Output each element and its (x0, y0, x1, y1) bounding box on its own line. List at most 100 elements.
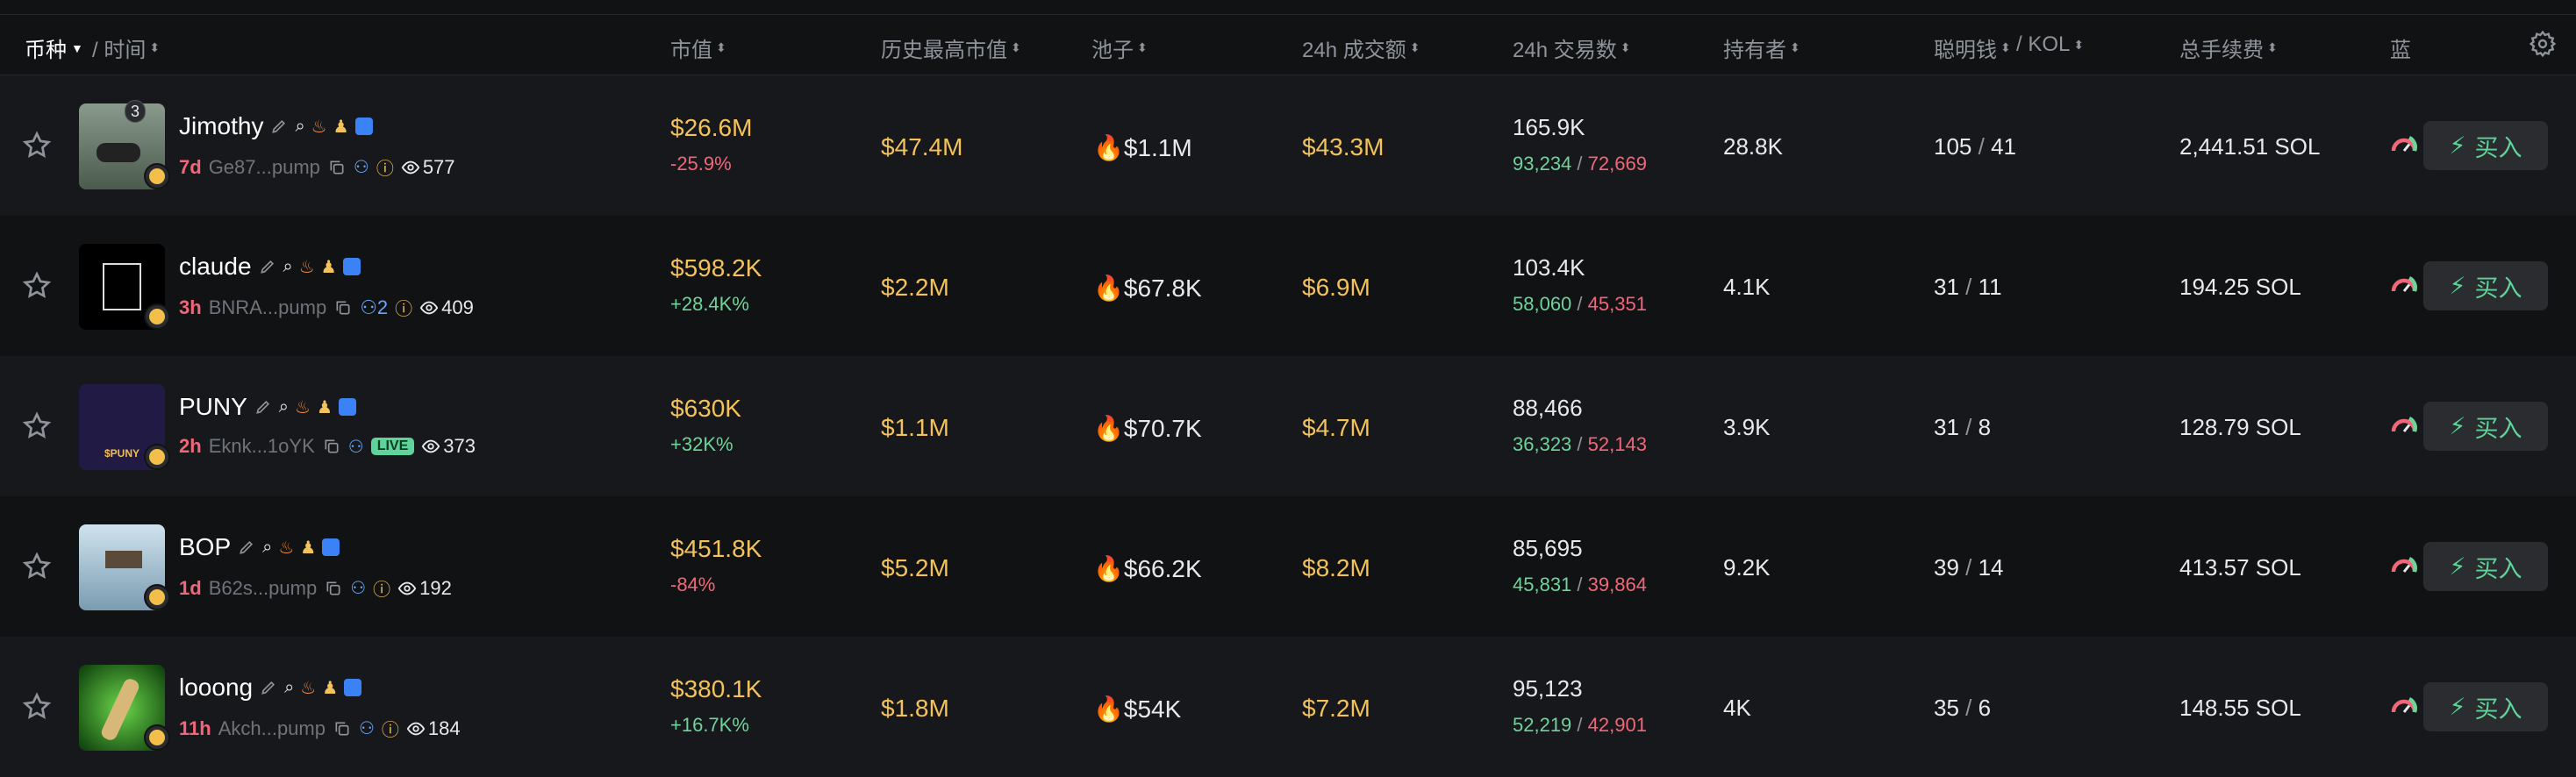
header-fees[interactable]: 总手续费 ⬍ (2179, 32, 2278, 63)
search-icon[interactable]: ⌕ (262, 538, 272, 558)
header-smart-money[interactable]: 聪明钱 ⬍ (1934, 32, 2011, 63)
search-icon[interactable]: ⌕ (283, 257, 293, 277)
divider-slash: / (1571, 714, 1588, 736)
txns-24h: 85,695 (1513, 535, 1583, 561)
header-time-sort[interactable]: / 时间 ⬍ (92, 32, 160, 63)
header-blue[interactable]: 蓝 (2390, 32, 2411, 63)
header-holders[interactable]: 持有者 ⬍ (1723, 32, 1800, 63)
count-badge: 3 (125, 100, 147, 123)
favorite-star-icon[interactable] (21, 551, 53, 582)
token-meta: 7d Ge87...pump ⚇ ⓘ 577 (179, 154, 455, 180)
search-icon[interactable]: ⌕ (295, 117, 304, 137)
market-cap: $630K (670, 395, 741, 422)
sort-icon: ⬍ (1409, 40, 1420, 54)
header-kol[interactable]: / KOL ⬍ (2016, 32, 2084, 57)
token-name[interactable]: BOP (179, 533, 231, 561)
header-coin-sort[interactable]: 币种 ▼ (25, 32, 83, 63)
header-fees-label: 总手续费 (2179, 39, 2264, 62)
buys-sells: 52,219 / 42,901 (1513, 714, 1647, 737)
buy-button[interactable]: ⚡ 买入 (2423, 542, 2548, 591)
views: 192 (397, 577, 452, 600)
token-flag-icons: ⌕ ♨ ♟ (295, 117, 373, 137)
search-icon[interactable]: ⌕ (284, 678, 294, 698)
views-count: 373 (443, 435, 476, 457)
gear-icon[interactable] (2529, 30, 2557, 58)
header-mcap[interactable]: 市值 ⬍ (670, 32, 726, 63)
token-name[interactable]: looong (179, 674, 253, 702)
token-address[interactable]: B62s...pump (209, 577, 318, 600)
chat-icon[interactable] (322, 538, 340, 556)
edit-icon[interactable] (259, 678, 278, 697)
users-icon: ♟ (320, 257, 337, 277)
chat-icon[interactable] (344, 679, 362, 696)
buy-button[interactable]: ⚡ 买入 (2423, 402, 2548, 451)
buy-button[interactable]: ⚡ 买入 (2423, 261, 2548, 310)
token-address[interactable]: Akch...pump (218, 717, 326, 740)
edit-icon[interactable] (269, 117, 289, 136)
token-flag-icons: ⌕ ♨ ♟ (279, 397, 356, 417)
chat-icon[interactable] (354, 118, 373, 135)
live-badge[interactable]: LIVE (370, 438, 415, 455)
token-name[interactable]: claude (179, 253, 252, 281)
edit-icon[interactable] (258, 257, 277, 276)
search-icon[interactable]: ⌕ (279, 397, 289, 417)
token-name-group: Jimothy ⌕ ♨ ♟ (179, 112, 373, 140)
token-meta-icons: ⚇ ⓘ (359, 716, 399, 741)
market-cap-change: -25.9% (670, 153, 732, 175)
eye-icon (401, 160, 420, 174)
token-row[interactable]: claude ⌕ ♨ ♟ 3h BNRA...pump ⚇2 ⓘ 409 $598.2… (0, 216, 2576, 356)
token-address[interactable]: Eknk...1oYK (209, 435, 315, 458)
token-flag-icons: ⌕ ♨ ♟ (284, 678, 362, 698)
token-flag-icons: ⌕ ♨ ♟ (262, 538, 340, 558)
pump-badge-icon (144, 163, 170, 189)
header-holders-label: 持有者 (1723, 39, 1786, 62)
chat-icon[interactable] (338, 398, 356, 416)
smart-kol: 105 / 41 (1934, 133, 2016, 160)
sells-count: 42,901 (1587, 714, 1647, 736)
pool-value: $66.2K (1123, 555, 1202, 582)
chat-icon[interactable] (342, 258, 361, 275)
sells-count: 39,864 (1587, 574, 1647, 595)
copy-icon[interactable] (333, 719, 352, 738)
token-row[interactable]: $PUNY PUNY ⌕ ♨ ♟ 2h Eknk...1oYK ⚇ LIVE 373 … (0, 356, 2576, 496)
favorite-star-icon[interactable] (21, 691, 53, 723)
token-name[interactable]: PUNY (179, 393, 247, 421)
token-row[interactable]: BOP ⌕ ♨ ♟ 1d B62s...pump ⚇ ⓘ 192 $451.8K -8… (0, 496, 2576, 637)
edit-icon[interactable] (237, 538, 256, 557)
table-header: 币种 ▼ / 时间 ⬍ 市值 ⬍ 历史最高市值 ⬍ 池子 ⬍ 24h 成交额 ⬍ 24h 交… (0, 15, 2576, 75)
token-row[interactable]: looong ⌕ ♨ ♟ 11h Akch...pump ⚇ ⓘ 184 $380.1… (0, 637, 2576, 777)
buy-button[interactable]: ⚡ 买入 (2423, 682, 2548, 731)
favorite-star-icon[interactable] (21, 410, 53, 442)
token-address[interactable]: Ge87...pump (209, 156, 320, 179)
header-volume[interactable]: 24h 成交额 ⬍ (1302, 32, 1420, 63)
copy-icon[interactable] (322, 437, 341, 456)
token-meta-icons: ⚇ LIVE (348, 436, 415, 458)
views-count: 192 (419, 576, 452, 599)
copy-icon[interactable] (333, 298, 353, 317)
token-address[interactable]: BNRA...pump (209, 296, 327, 319)
divider-slash: / (1971, 133, 1992, 160)
token-name[interactable]: Jimothy (179, 112, 263, 140)
volume-24h: $43.3M (1302, 133, 1385, 160)
smart-money-count: 31 (1934, 274, 1959, 300)
buy-button[interactable]: ⚡ 买入 (2423, 121, 2548, 170)
favorite-star-icon[interactable] (21, 270, 53, 302)
favorite-star-icon[interactable] (21, 130, 53, 161)
views-count: 577 (422, 155, 455, 178)
header-txns[interactable]: 24h 交易数 ⬍ (1513, 32, 1630, 63)
users-icon: ♟ (322, 678, 339, 698)
copy-icon[interactable] (327, 158, 347, 177)
header-ath[interactable]: 历史最高市值 ⬍ (881, 32, 1021, 63)
volume-24h: $6.9M (1302, 274, 1370, 301)
edit-icon[interactable] (254, 397, 273, 417)
kol-count: 11 (1978, 274, 2002, 300)
flame-icon: ♨ (295, 397, 311, 417)
flame-icon: ♨ (298, 257, 315, 277)
top-divider (0, 0, 2576, 15)
buys-count: 58,060 (1513, 293, 1572, 315)
token-row[interactable]: Jimothy ⌕ ♨ ♟ 7d Ge87...pump ⚇ ⓘ 577 $26.6M… (0, 75, 2576, 216)
holder-count: 2 (376, 296, 389, 318)
header-pool[interactable]: 池子 ⬍ (1091, 32, 1148, 63)
flame-icon: ♨ (278, 538, 295, 558)
copy-icon[interactable] (324, 579, 343, 598)
